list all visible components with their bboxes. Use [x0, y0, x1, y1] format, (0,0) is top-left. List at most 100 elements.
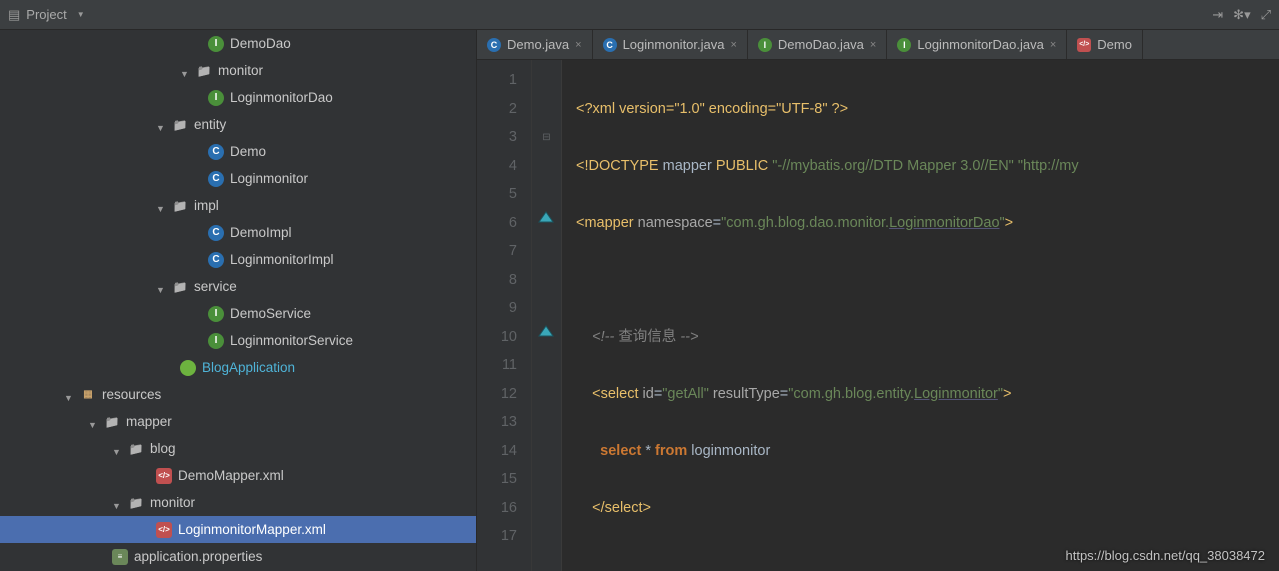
- project-dropdown-arrow[interactable]: ▼: [77, 10, 85, 19]
- tree-item[interactable]: service: [0, 273, 476, 300]
- class-icon: C: [487, 38, 501, 52]
- line-number-gutter: 1234567891011121314151617: [477, 60, 532, 571]
- folder-icon: [128, 441, 144, 457]
- editor-tab[interactable]: IDemoDao.java×: [748, 30, 887, 59]
- tree-item[interactable]: I DemoDao: [0, 30, 476, 57]
- tree-item[interactable]: CDemo: [0, 138, 476, 165]
- interface-icon: I: [208, 90, 224, 106]
- tree-item-label: Loginmonitor: [230, 171, 308, 186]
- class-icon: C: [208, 225, 224, 241]
- code-area: 1234567891011121314151617 ⊟ <?xml versio…: [477, 60, 1279, 571]
- tree-item[interactable]: impl: [0, 192, 476, 219]
- line-number: 5: [477, 180, 517, 209]
- interface-icon: I: [208, 306, 224, 322]
- expand-arrow-icon[interactable]: [112, 443, 124, 455]
- editor-tab[interactable]: C Loginmonitor.java ×: [593, 30, 748, 59]
- tree-item-label: entity: [194, 117, 226, 132]
- project-tree[interactable]: IDemoDaomonitorILoginmonitorDaoentityCDe…: [0, 30, 477, 571]
- line-number: 12: [477, 380, 517, 409]
- tree-item-label: service: [194, 279, 237, 294]
- interface-icon: I: [758, 38, 772, 52]
- tree-item[interactable]: ▦resources: [0, 381, 476, 408]
- locate-icon[interactable]: ⇥: [1212, 7, 1223, 23]
- close-icon[interactable]: ×: [730, 39, 736, 51]
- tree-item[interactable]: I DemoService: [0, 300, 476, 327]
- editor-tabs[interactable]: CDemo.java×CLoginmonitor.java×IDemoDao.j…: [477, 30, 1279, 60]
- tree-item[interactable]: entity: [0, 111, 476, 138]
- line-number: 16: [477, 494, 517, 523]
- mapper-gutter-icon[interactable]: [536, 208, 556, 228]
- tree-item[interactable]: I LoginmonitorService: [0, 327, 476, 354]
- tree-item-label: DemoImpl: [230, 225, 292, 240]
- folder-icon: [104, 414, 120, 430]
- tree-item-label: blog: [150, 441, 176, 456]
- expand-arrow-icon[interactable]: [156, 119, 168, 131]
- tree-item[interactable]: monitor: [0, 489, 476, 516]
- tree-item-label: LoginmonitorService: [230, 333, 353, 348]
- folder-icon: [172, 198, 188, 214]
- tree-item-label: BlogApplication: [202, 360, 295, 375]
- tree-item[interactable]: mapper: [0, 408, 476, 435]
- close-icon[interactable]: ×: [870, 39, 876, 51]
- tree-item[interactable]: I LoginmonitorDao: [0, 84, 476, 111]
- tree-item-label: monitor: [218, 63, 263, 78]
- tree-item[interactable]: BlogApplication: [0, 354, 476, 381]
- folder-icon: [172, 117, 188, 133]
- project-label[interactable]: Project: [26, 7, 66, 22]
- tree-item[interactable]: blog: [0, 435, 476, 462]
- class-icon: C: [603, 38, 617, 52]
- mapper-gutter-icon[interactable]: [536, 322, 556, 342]
- editor-tab[interactable]: C Demo.java ×: [477, 30, 593, 59]
- class-icon: C: [208, 171, 224, 187]
- project-toolbar: ▤ Project ▼ ⇥ ✻▾ ⤢: [0, 0, 1279, 30]
- folder-icon: [172, 279, 188, 295]
- line-number: 3: [477, 123, 517, 152]
- close-icon[interactable]: ×: [1050, 39, 1056, 51]
- interface-icon: I: [208, 333, 224, 349]
- line-number: 10: [477, 323, 517, 352]
- expand-arrow-icon[interactable]: [112, 497, 124, 509]
- interface-icon: I: [897, 38, 911, 52]
- tab-label: Loginmonitor.java: [623, 37, 725, 52]
- tree-item-label: DemoDao: [230, 36, 291, 51]
- tab-label: LoginmonitorDao.java: [917, 37, 1043, 52]
- expand-arrow-icon[interactable]: [88, 416, 100, 428]
- expand-arrow-icon[interactable]: [180, 65, 192, 77]
- xml-icon: </>: [1077, 38, 1091, 52]
- expand-arrow-icon[interactable]: [156, 200, 168, 212]
- folder-icon: [196, 63, 212, 79]
- tree-item[interactable]: C DemoImpl: [0, 219, 476, 246]
- line-number: 4: [477, 152, 517, 181]
- tree-item-label: LoginmonitorDao: [230, 90, 333, 105]
- expand-arrow-icon[interactable]: [64, 389, 76, 401]
- expand-arrow-icon[interactable]: [156, 281, 168, 293]
- line-number: 11: [477, 351, 517, 380]
- editor-tab[interactable]: </> Demo: [1067, 30, 1143, 59]
- tree-item-label: LoginmonitorMapper.xml: [178, 522, 326, 537]
- tree-item[interactable]: CLoginmonitorImpl: [0, 246, 476, 273]
- xml-icon: </>: [156, 522, 172, 538]
- collapse-icon[interactable]: ⤢: [1261, 7, 1271, 23]
- tree-item[interactable]: C Loginmonitor: [0, 165, 476, 192]
- class-icon: C: [208, 144, 224, 160]
- tree-item[interactable]: ≡application.properties: [0, 543, 476, 570]
- editor-tab[interactable]: I LoginmonitorDao.java ×: [887, 30, 1067, 59]
- tree-item[interactable]: </> LoginmonitorMapper.xml: [0, 516, 476, 543]
- tab-label: Demo: [1097, 37, 1132, 52]
- tab-label: Demo.java: [507, 37, 569, 52]
- tree-item-label: mapper: [126, 414, 172, 429]
- code-content[interactable]: <?xml version="1.0" encoding="UTF-8" ?> …: [562, 60, 1279, 571]
- line-number: 6: [477, 209, 517, 238]
- tree-item[interactable]: </>DemoMapper.xml: [0, 462, 476, 489]
- interface-icon: I: [208, 36, 224, 52]
- line-number: 13: [477, 408, 517, 437]
- line-number: 9: [477, 294, 517, 323]
- gear-icon[interactable]: ✻▾: [1233, 7, 1250, 23]
- tree-item[interactable]: monitor: [0, 57, 476, 84]
- tree-item-label: DemoService: [230, 306, 311, 321]
- tree-item-label: application.properties: [134, 549, 262, 564]
- resources-icon: ▦: [80, 387, 96, 403]
- close-icon[interactable]: ×: [575, 39, 581, 51]
- line-number: 14: [477, 437, 517, 466]
- line-number: 7: [477, 237, 517, 266]
